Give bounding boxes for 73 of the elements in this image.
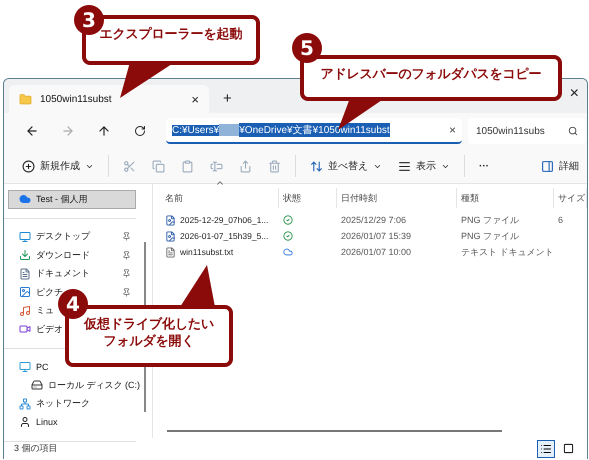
- more-button[interactable]: ···: [471, 152, 497, 180]
- sidebar-item[interactable]: ネットワーク: [4, 394, 95, 413]
- music-icon: [19, 304, 31, 317]
- share-icon: [239, 160, 252, 172]
- picture-icon: [19, 286, 31, 298]
- download-icon: [19, 249, 31, 262]
- clipboard-icon: [181, 160, 194, 172]
- column-header[interactable]: 種類: [457, 188, 554, 208]
- sidebar-item[interactable]: ダウンロード: [4, 246, 136, 264]
- sidebar-item[interactable]: ローカル ディスク (C:): [4, 376, 145, 394]
- file-name[interactable]: win11subst.txt: [161, 246, 234, 258]
- address-field[interactable]: C:¥Users¥ ¥OneDrive¥文書¥1050win11subst ×: [166, 118, 462, 144]
- date-cell-text: 2025/12/29 7:06: [340, 215, 406, 225]
- sidebar-item[interactable]: ミュ: [4, 302, 59, 320]
- image-file-icon: [165, 230, 176, 242]
- clear-button[interactable]: ×: [448, 123, 456, 137]
- size-cell-text: 6: [557, 215, 564, 225]
- new-tab-button[interactable]: +: [223, 90, 232, 107]
- type-cell-text: テキスト ドキュメント: [460, 246, 554, 258]
- item-count: 3 個の項目: [14, 442, 58, 455]
- drive-icon: [31, 379, 43, 392]
- copy-icon: [152, 160, 165, 172]
- sidebar-item[interactable]: ドキュメント: [4, 264, 136, 283]
- rename-icon: [210, 160, 223, 172]
- monitor-icon: [19, 230, 31, 243]
- details-button[interactable]: 詳細: [533, 152, 587, 180]
- view-button[interactable]: 表示: [390, 152, 458, 180]
- step-number: 5: [292, 33, 322, 63]
- column-header[interactable]: 名前: [161, 188, 279, 208]
- network-icon: [19, 398, 31, 410]
- date-cell-text: 2026/01/07 10:00: [340, 247, 412, 257]
- sort-button[interactable]: 並べ替え: [302, 152, 390, 180]
- text-file-icon: [165, 246, 176, 258]
- square-icon: [562, 443, 574, 454]
- file-name[interactable]: 2025-12-29_07h06_1...: [161, 214, 268, 226]
- callout-text: アドレスバーのフォルダパスをコピー: [300, 55, 562, 101]
- column-header[interactable]: 日付時刻: [337, 188, 457, 208]
- image-file-icon: [165, 214, 176, 226]
- plus-circle-icon: [22, 160, 35, 172]
- close-tab-button[interactable]: ×: [191, 92, 199, 106]
- type-cell-text: PNG ファイル: [460, 214, 520, 226]
- new-button[interactable]: 新規作成: [14, 152, 102, 180]
- refresh-icon: [134, 125, 146, 137]
- folder-icon: [19, 92, 32, 106]
- sidebar-item[interactable]: ビデオ: [4, 320, 68, 338]
- sort-icon: [310, 160, 323, 172]
- sidebar-item[interactable]: PC: [4, 358, 54, 376]
- up-arrow-icon: [97, 124, 111, 138]
- lines-icon: [398, 160, 411, 172]
- search-icon: [568, 126, 578, 136]
- sidebar-item[interactable]: デスクトップ: [4, 228, 136, 246]
- sidebar-item[interactable]: Linux: [4, 413, 63, 432]
- close-button[interactable]: ×: [570, 85, 579, 103]
- callout-pointer: [180, 265, 215, 307]
- trash-icon: [268, 160, 281, 172]
- redacted-text: [219, 124, 240, 136]
- search-field[interactable]: 1050win11subs: [468, 118, 586, 144]
- panel-icon: [541, 160, 554, 172]
- monitor-icon: [19, 360, 31, 373]
- type-cell-text: PNG ファイル: [460, 230, 520, 242]
- scissors-icon: [123, 160, 136, 172]
- details-view-button[interactable]: [537, 440, 555, 458]
- sidebar-item[interactable]: Test - 個人用: [8, 190, 136, 208]
- column-header[interactable]: 状態: [279, 188, 337, 208]
- browser-tab[interactable]: 1050win11subst ×: [9, 85, 209, 113]
- cloud-icon: [19, 193, 31, 206]
- video-icon: [19, 323, 31, 336]
- person-icon: [19, 416, 31, 428]
- date-cell-text: 2026/01/07 15:39: [340, 231, 412, 241]
- scrollbar[interactable]: [167, 430, 502, 432]
- column-header[interactable]: サイズ: [554, 188, 587, 208]
- file-name[interactable]: 2026-01-07_15h39_5...: [161, 230, 268, 242]
- document-icon: [19, 268, 31, 280]
